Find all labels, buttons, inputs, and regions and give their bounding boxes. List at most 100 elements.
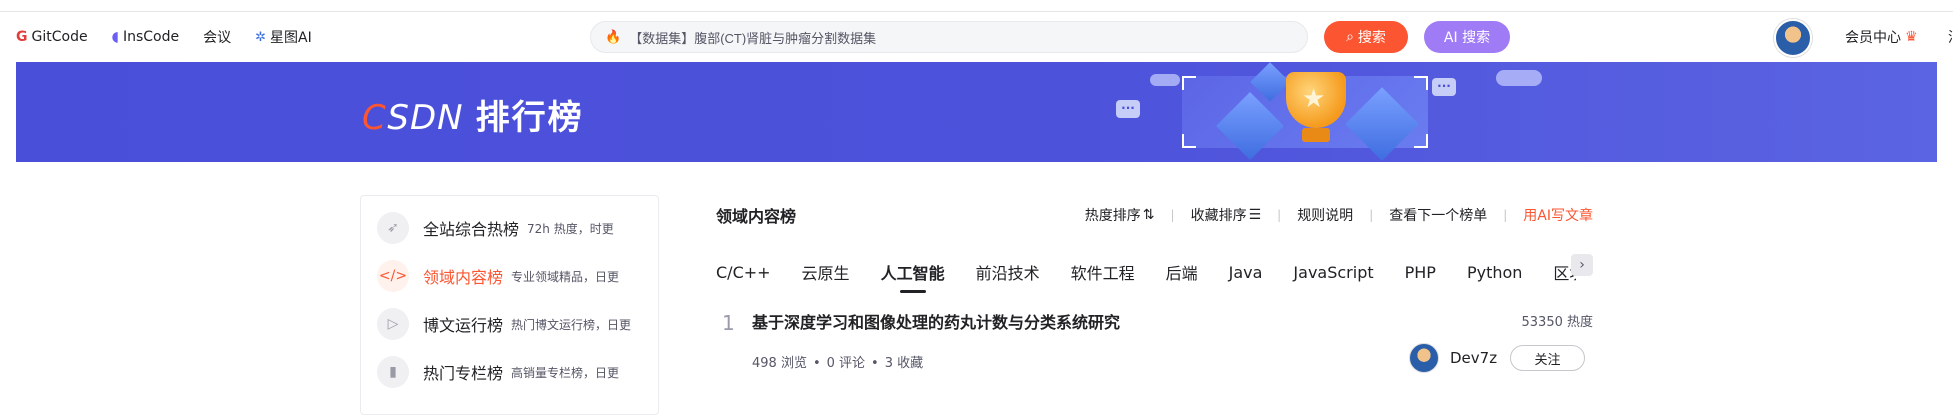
sort-by-heat-label: 热度排序 bbox=[1084, 208, 1141, 224]
sidebar-item-domain[interactable]: </> 领域内容榜 专业领域精品，日更 bbox=[361, 252, 658, 300]
tab-php[interactable]: PHP bbox=[1405, 263, 1436, 282]
nav-meeting[interactable]: 会议 bbox=[203, 27, 231, 47]
nav-xingtu[interactable]: ✲ 星图AI bbox=[255, 27, 312, 47]
member-center-link[interactable]: 会员中心 ♛ bbox=[1845, 27, 1918, 47]
tab-backend[interactable]: 后端 bbox=[1166, 260, 1198, 284]
book-icon: ▮ bbox=[377, 356, 409, 388]
views-count: 498 浏览 bbox=[752, 356, 807, 371]
sidebar-item-label: 热门专栏榜 bbox=[423, 364, 504, 383]
star-icon: ★ bbox=[1302, 84, 1326, 114]
trophy-base bbox=[1302, 128, 1330, 142]
csdn-logo: CSDN bbox=[362, 98, 464, 138]
article-stats: 498 浏览 • 0 评论 • 3 收藏 bbox=[752, 352, 923, 371]
divider: | bbox=[1170, 208, 1175, 222]
sidebar-item-column[interactable]: ▮ 热门专栏榜 高销量专栏榜，日更 bbox=[361, 348, 658, 396]
ai-search-button[interactable]: AI 搜索 bbox=[1424, 21, 1510, 53]
page-title: 领域内容榜 bbox=[716, 207, 797, 226]
next-list-link-label: 查看下一个榜单 bbox=[1389, 208, 1488, 224]
tab-cloud-native[interactable]: 云原生 bbox=[802, 260, 850, 284]
article-title[interactable]: 基于深度学习和图像处理的药丸计数与分类系统研究 bbox=[752, 309, 1120, 333]
member-center-label: 会员中心 bbox=[1845, 30, 1901, 46]
bracket-decor bbox=[1414, 76, 1428, 90]
sidebar-item-blog[interactable]: ▷ 博文运行榜 热门博文运行榜，日更 bbox=[361, 300, 658, 348]
nav-inscode[interactable]: ◖ InsCode bbox=[112, 29, 180, 45]
divider: | bbox=[1277, 208, 1282, 222]
ai-search-button-label: AI 搜索 bbox=[1443, 30, 1491, 46]
sort-by-favorites[interactable]: 收藏排序 ☰ bbox=[1191, 205, 1262, 225]
tab-cpp[interactable]: C/C++ bbox=[716, 263, 771, 282]
dot-separator: • bbox=[871, 356, 879, 371]
domain-tabs: C/C++ 云原生 人工智能 前沿技术 软件工程 后端 Java JavaScr… bbox=[716, 255, 1576, 295]
rules-link[interactable]: 规则说明 bbox=[1297, 205, 1353, 225]
rocket-icon: ➶ bbox=[377, 212, 409, 244]
sidebar-item-label: 领域内容榜 bbox=[423, 268, 504, 287]
bracket-decor bbox=[1414, 134, 1428, 148]
search-input[interactable] bbox=[629, 29, 1270, 45]
sort-icon: ☰ bbox=[1248, 207, 1262, 223]
sidebar-item-label: 全站综合热榜 bbox=[423, 220, 520, 239]
inscode-icon: ◖ bbox=[111, 29, 119, 45]
next-list-link[interactable]: 查看下一个榜单 bbox=[1389, 205, 1487, 225]
cloud-icon bbox=[1496, 70, 1542, 86]
search-box[interactable]: 🔥 bbox=[590, 21, 1308, 53]
sidebar-item-overall[interactable]: ➶ 全站综合热榜 72h 热度，时更 bbox=[361, 204, 658, 252]
ranking-sidebar: ➶ 全站综合热榜 72h 热度，时更 </> 领域内容榜 专业领域精品，日更 ▷… bbox=[360, 195, 659, 415]
rank-number: 1 bbox=[722, 311, 735, 335]
sidebar-item-label: 博文运行榜 bbox=[423, 316, 504, 335]
nav-gitcode[interactable]: G GitCode bbox=[16, 29, 88, 45]
xingtu-icon: ✲ bbox=[255, 29, 267, 45]
gitcode-icon: G bbox=[16, 29, 28, 45]
tabs-next-button[interactable]: › bbox=[1571, 254, 1593, 276]
tab-ai[interactable]: 人工智能 bbox=[881, 260, 945, 293]
author-avatar[interactable] bbox=[1409, 343, 1439, 373]
main-actions: 热度排序 ⇅ | 收藏排序 ☰ | 规则说明 | 查看下一个榜单 | 用AI写文章 bbox=[1085, 205, 1593, 225]
search-button-label: 搜索 bbox=[1357, 30, 1386, 46]
banner-title: 排行榜 bbox=[475, 98, 584, 138]
search-button[interactable]: ⌕ 搜索 bbox=[1324, 21, 1408, 53]
user-avatar[interactable] bbox=[1774, 19, 1812, 57]
follow-button[interactable]: 关注 bbox=[1510, 345, 1585, 371]
rules-link-label: 规则说明 bbox=[1297, 208, 1354, 224]
sort-by-heat[interactable]: 热度排序 ⇅ bbox=[1085, 205, 1155, 225]
top-header: G GitCode ◖ InsCode 会议 ✲ 星图AI 🔥 ⌕ 搜索 AI … bbox=[0, 12, 1953, 62]
tab-java[interactable]: Java bbox=[1229, 263, 1263, 282]
tab-python[interactable]: Python bbox=[1467, 263, 1522, 282]
browser-top-strip bbox=[0, 0, 1953, 12]
top-nav: G GitCode ◖ InsCode 会议 ✲ 星图AI bbox=[16, 12, 312, 62]
author-name[interactable]: Dev7z bbox=[1450, 349, 1497, 367]
tab-software-eng[interactable]: 软件工程 bbox=[1071, 260, 1135, 284]
main-header: 领域内容榜 热度排序 ⇅ | 收藏排序 ☰ | 规则说明 | 查看下一个榜单 | 用… bbox=[716, 203, 1593, 227]
sidebar-item-sub: 72h 热度，时更 bbox=[527, 221, 614, 236]
bracket-decor bbox=[1182, 76, 1196, 90]
sort-icon: ⇅ bbox=[1142, 207, 1155, 223]
comments-count: 0 评论 bbox=[826, 356, 866, 371]
tab-javascript[interactable]: JavaScript bbox=[1293, 263, 1373, 282]
divider: | bbox=[1369, 208, 1374, 222]
sidebar-item-sub: 高销量专栏榜，日更 bbox=[511, 365, 620, 380]
play-icon: ▷ bbox=[377, 308, 409, 340]
sidebar-item-sub: 热门博文运行榜，日更 bbox=[511, 317, 632, 332]
sort-by-favorites-label: 收藏排序 bbox=[1190, 208, 1247, 224]
bracket-decor bbox=[1182, 134, 1196, 148]
cloud-icon bbox=[1150, 74, 1180, 86]
fire-icon: 🔥 bbox=[605, 29, 622, 45]
search-icon: ⌕ bbox=[1346, 29, 1354, 45]
ai-write-link[interactable]: 用AI写文章 bbox=[1523, 205, 1593, 225]
follow-button-label: 关注 bbox=[1534, 352, 1561, 368]
chat-bubble-icon: ··· bbox=[1116, 100, 1140, 118]
code-icon: </> bbox=[377, 260, 409, 292]
banner-logo: CSDN 排行榜 bbox=[362, 90, 584, 139]
rank-row: 1 基于深度学习和图像处理的药丸计数与分类系统研究 53350 热度 498 浏… bbox=[716, 305, 1593, 385]
crown-icon: ♛ bbox=[1905, 29, 1918, 45]
tab-frontier[interactable]: 前沿技术 bbox=[976, 260, 1040, 284]
chat-bubble-icon: ··· bbox=[1432, 78, 1456, 96]
nav-meeting-label: 会议 bbox=[203, 30, 232, 46]
nav-xingtu-label: 星图AI bbox=[270, 30, 312, 46]
domain-tabs-row: C/C++ 云原生 人工智能 前沿技术 软件工程 后端 Java JavaScr… bbox=[716, 255, 1576, 293]
chevron-right-icon: › bbox=[1579, 257, 1585, 273]
header-edge-text[interactable]: 消 bbox=[1948, 27, 1953, 47]
nav-inscode-label: InsCode bbox=[122, 29, 180, 45]
favorites-count: 3 收藏 bbox=[884, 356, 924, 371]
nav-gitcode-label: GitCode bbox=[31, 29, 88, 45]
divider: | bbox=[1503, 208, 1508, 222]
